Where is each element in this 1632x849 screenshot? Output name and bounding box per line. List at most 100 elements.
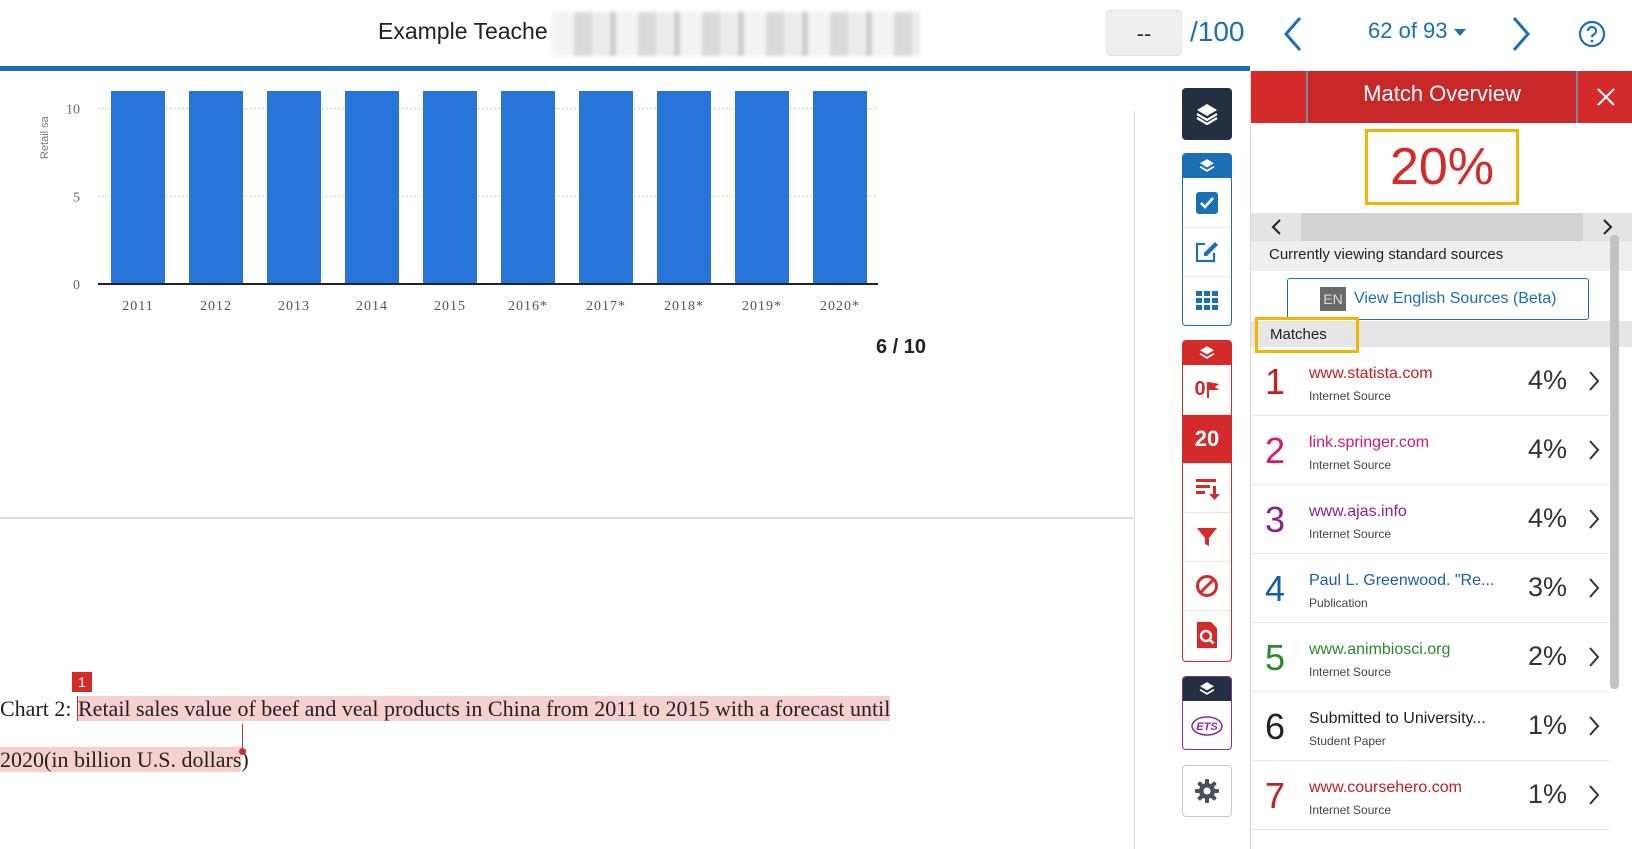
highlighted-match-text[interactable]: Retail sales value of beef and veal prod… bbox=[77, 696, 891, 721]
match-row[interactable]: 6 Submitted to University... Student Paper… bbox=[1251, 692, 1609, 761]
grading-layer-toggle[interactable] bbox=[1183, 154, 1231, 178]
similarity-layer-toggle[interactable] bbox=[1183, 341, 1231, 365]
settings-button[interactable] bbox=[1182, 765, 1232, 817]
sort-matches-button[interactable] bbox=[1183, 463, 1231, 512]
y-tick-label: 5 bbox=[73, 190, 80, 205]
match-source-link[interactable]: link.springer.com bbox=[1309, 434, 1429, 452]
top-bar: Example Teache -- /100 62 of 93 bbox=[0, 0, 1632, 66]
chart-bar bbox=[345, 91, 399, 284]
redacted-name-blur bbox=[552, 12, 920, 56]
ets-erater-button[interactable]: ETS bbox=[1183, 701, 1231, 749]
check-icon bbox=[1196, 191, 1218, 214]
chevron-right-icon[interactable] bbox=[1585, 576, 1603, 600]
layers-icon bbox=[1199, 159, 1215, 172]
match-source-link[interactable]: www.statista.com bbox=[1309, 365, 1433, 383]
block-icon bbox=[1196, 575, 1218, 597]
search-doc-icon bbox=[1197, 622, 1217, 648]
match-source-link[interactable]: www.coursehero.com bbox=[1309, 779, 1462, 797]
similarity-tools-group: 0 20 bbox=[1182, 340, 1232, 662]
match-number: 3 bbox=[1265, 499, 1286, 540]
chevron-right-icon[interactable] bbox=[1585, 783, 1603, 807]
chevron-right-icon[interactable] bbox=[1585, 438, 1603, 462]
flag-icon bbox=[1206, 381, 1219, 398]
paper-counter-label: 62 of 93 bbox=[1368, 18, 1448, 43]
view-english-sources-label: View English Sources (Beta) bbox=[1354, 290, 1557, 307]
pager-next-button[interactable] bbox=[1583, 213, 1632, 241]
chevron-left-icon bbox=[1271, 219, 1281, 235]
quickmark-button[interactable] bbox=[1183, 178, 1231, 227]
match-source-link[interactable]: Submitted to University... bbox=[1309, 710, 1486, 728]
layers-toggle-button[interactable] bbox=[1182, 88, 1232, 140]
y-tick-label: 0 bbox=[73, 278, 80, 293]
flags-button[interactable]: 0 bbox=[1183, 365, 1231, 414]
x-tick-label: 2013 bbox=[278, 299, 310, 314]
match-row[interactable]: 5 www.animbiosci.org Internet Source 2% bbox=[1251, 623, 1609, 692]
close-panel-button[interactable] bbox=[1583, 71, 1629, 123]
ets-icon: ETS bbox=[1191, 715, 1223, 736]
match-source-type: Internet Source bbox=[1309, 458, 1392, 472]
match-row[interactable]: 7 www.coursehero.com Internet Source 1% bbox=[1251, 761, 1609, 830]
gear-icon bbox=[1195, 779, 1219, 803]
match-percent: 3% bbox=[1527, 572, 1567, 602]
highlighted-match-text[interactable]: 2020(in billion U.S. dollars bbox=[0, 747, 242, 772]
help-icon[interactable] bbox=[1578, 20, 1606, 48]
match-row[interactable]: 4 Paul L. Greenwood. "Re... Publication 3% bbox=[1251, 554, 1609, 623]
match-overview-panel: Match Overview 20% Currently viewing sta… bbox=[1250, 71, 1632, 849]
x-tick-label: 2020* bbox=[820, 299, 860, 314]
edit-icon bbox=[1195, 242, 1218, 263]
next-paper-button[interactable] bbox=[1500, 14, 1540, 54]
match-row[interactable]: 3 www.ajas.info Internet Source 4% bbox=[1251, 485, 1609, 554]
y-tick-label: 10 bbox=[66, 103, 80, 118]
panel-title: Match Overview bbox=[1306, 71, 1578, 123]
chart-bar bbox=[813, 91, 867, 284]
grade-score-input[interactable]: -- bbox=[1106, 10, 1182, 56]
page-indicator: 6 / 10 bbox=[876, 336, 927, 358]
highlight-end-handle[interactable] bbox=[239, 748, 246, 755]
chevron-right-icon[interactable] bbox=[1585, 714, 1603, 738]
x-tick-label: 2018* bbox=[664, 299, 704, 314]
match-source-link[interactable]: www.animbiosci.org bbox=[1309, 641, 1450, 659]
chevron-right-icon[interactable] bbox=[1585, 645, 1603, 669]
etool-group: ETS bbox=[1182, 676, 1232, 750]
match-source-link[interactable]: Paul L. Greenwood. "Re... bbox=[1309, 572, 1494, 590]
ets-label: ETS bbox=[1196, 721, 1218, 733]
exclude-sources-button[interactable] bbox=[1183, 561, 1231, 610]
y-axis-label: Retail sa bbox=[39, 115, 51, 159]
match-marker[interactable]: 1 bbox=[72, 672, 92, 692]
grid-icon bbox=[1196, 291, 1218, 310]
feedback-edit-button[interactable] bbox=[1183, 227, 1231, 276]
paper-counter-dropdown[interactable]: 62 of 93 bbox=[1368, 18, 1466, 44]
chevron-right-icon[interactable] bbox=[1585, 369, 1603, 393]
match-source-link[interactable]: www.ajas.info bbox=[1309, 503, 1407, 521]
page-divider bbox=[0, 517, 1135, 519]
rubric-grid-button[interactable] bbox=[1183, 276, 1231, 325]
match-row[interactable]: 1 www.statista.com Internet Source 4% bbox=[1251, 347, 1609, 416]
caption-line-2: 2020(in billion U.S. dollars) bbox=[0, 747, 249, 773]
viewer-divider bbox=[1134, 111, 1135, 849]
match-row[interactable]: 2 link.springer.com Internet Source 4% bbox=[1251, 416, 1609, 485]
match-number: 4 bbox=[1265, 568, 1286, 609]
text-only-report-button[interactable] bbox=[1183, 610, 1231, 659]
chart-bar bbox=[735, 91, 789, 284]
overall-similarity-percent: 20% bbox=[1365, 129, 1519, 205]
x-tick-label: 2014 bbox=[356, 299, 388, 314]
match-percent: 2% bbox=[1527, 641, 1567, 671]
match-number: 7 bbox=[1265, 775, 1286, 816]
grade-score-total: /100 bbox=[1190, 16, 1245, 47]
chevron-right-icon[interactable] bbox=[1585, 507, 1603, 531]
match-source-type: Student Paper bbox=[1309, 734, 1386, 748]
view-english-sources-button[interactable]: EN View English Sources (Beta) bbox=[1287, 278, 1589, 320]
caption-prefix: Chart 2: bbox=[0, 696, 77, 721]
grading-tools-group bbox=[1182, 153, 1232, 326]
etool-layer-toggle[interactable] bbox=[1183, 677, 1231, 701]
chevron-right-icon bbox=[1603, 219, 1613, 235]
highlight-end-caret bbox=[242, 724, 243, 750]
viewing-sources-status: Currently viewing standard sources bbox=[1251, 241, 1632, 271]
chart-bar bbox=[267, 91, 321, 284]
similarity-score-button[interactable]: 20 bbox=[1183, 414, 1231, 463]
previous-paper-button[interactable] bbox=[1274, 14, 1314, 54]
match-source-type: Publication bbox=[1309, 596, 1368, 610]
filter-button[interactable] bbox=[1183, 512, 1231, 561]
panel-scrollbar-thumb[interactable] bbox=[1610, 235, 1619, 689]
pager-previous-button[interactable] bbox=[1251, 213, 1301, 241]
